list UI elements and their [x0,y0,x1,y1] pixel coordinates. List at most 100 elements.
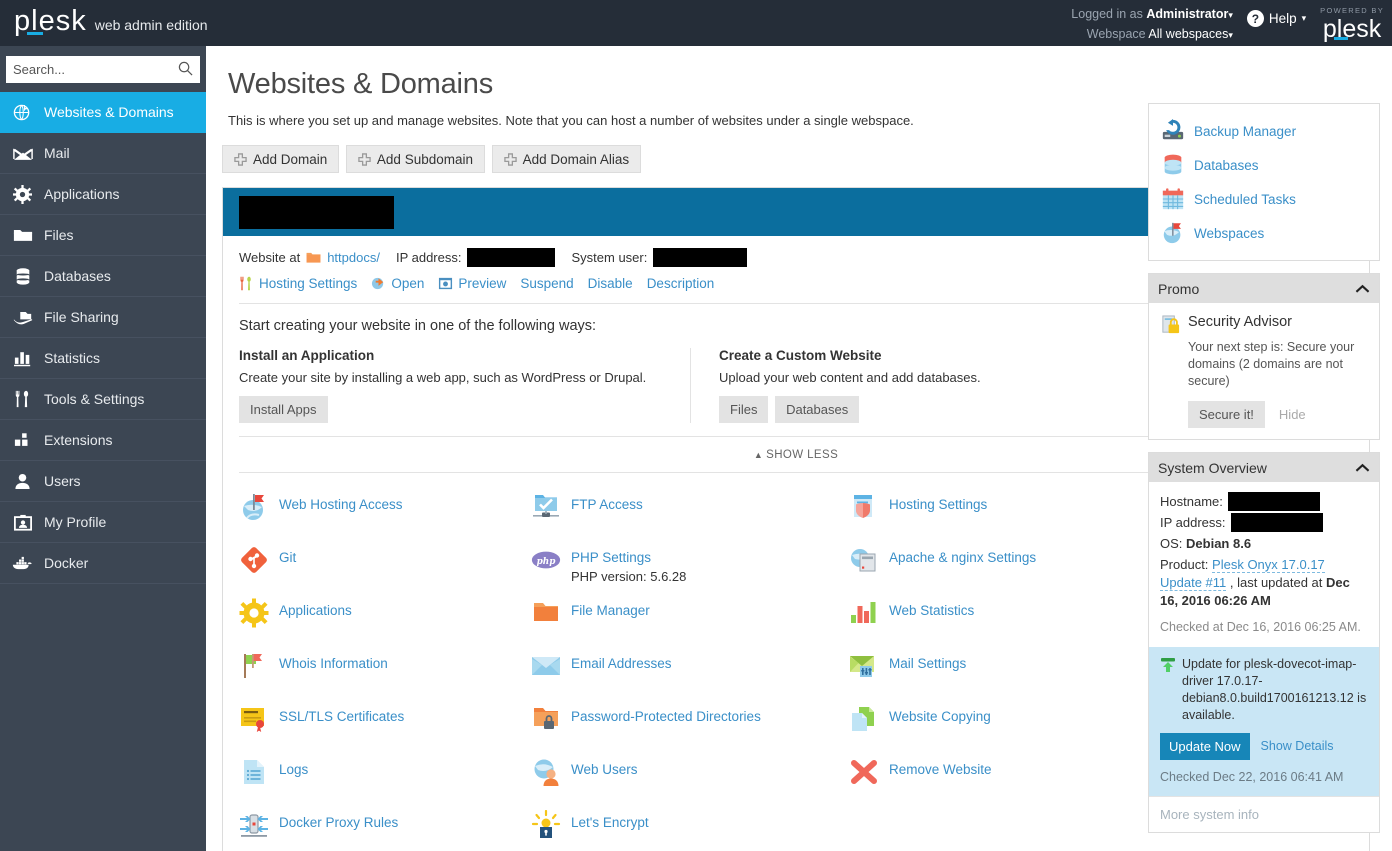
sidebar-item-websites-domains[interactable]: Websites & Domains [0,92,206,133]
tool-label[interactable]: Hosting Settings [889,497,987,512]
tool-file-manager[interactable]: File Manager [531,593,849,646]
blocks-icon [12,430,33,451]
disable-action[interactable]: Disable [588,276,633,291]
tool-label[interactable]: Git [279,550,296,565]
certificate-icon [241,708,264,732]
quick-link-label[interactable]: Scheduled Tasks [1194,192,1296,207]
sidebar-item-my-profile[interactable]: My Profile [0,502,206,543]
secure-it-button[interactable]: Secure it! [1188,401,1265,428]
search-box[interactable] [6,55,200,83]
open-arrow-icon [372,277,384,290]
tool-label[interactable]: Logs [279,762,308,777]
update-now-button[interactable]: Update Now [1160,733,1250,760]
tool-label[interactable]: Web Hosting Access [279,497,403,512]
tool-label[interactable]: PHP Settings [571,550,686,565]
plesk-logo-small: plesk [1322,15,1382,43]
quick-link-label[interactable]: Webspaces [1194,226,1264,241]
tool-label[interactable]: Web Users [571,762,638,777]
tool-label[interactable]: Docker Proxy Rules [279,815,398,830]
hosting-settings-action[interactable]: Hosting Settings [239,276,357,291]
tool-web-users[interactable]: Web Users [531,752,849,805]
help-menu[interactable]: ? Help ▾ [1246,2,1306,27]
tool-label[interactable]: Web Statistics [889,603,974,618]
tool-label[interactable]: Applications [279,603,352,618]
sidebar-item-databases[interactable]: Databases [0,256,206,297]
tool-label[interactable]: SSL/TLS Certificates [279,709,404,724]
tool-label[interactable]: Password-Protected Directories [571,709,761,724]
tool-label[interactable]: Let's Encrypt [571,815,649,830]
logged-in-row: Logged in as Administrator▾ [1071,5,1233,25]
more-system-info-link[interactable]: More system info [1149,796,1379,832]
button-label: Add Domain Alias [522,151,630,167]
tool-lets-encrypt[interactable]: Let's Encrypt [531,805,849,851]
promo-panel-header[interactable]: Promo [1149,274,1379,303]
quick-link-databases[interactable]: Databases [1149,148,1379,182]
header-right: Logged in as Administrator▾ Webspace All… [1071,2,1384,45]
databases-button[interactable]: Databases [775,396,860,423]
description-action[interactable]: Description [647,276,715,291]
suspend-action[interactable]: Suspend [520,276,573,291]
search-input[interactable] [6,56,200,82]
install-apps-button[interactable]: Install Apps [239,396,328,423]
chevron-down-icon[interactable]: ▾ [1228,30,1233,40]
tool-label[interactable]: Whois Information [279,656,388,671]
system-overview-header[interactable]: System Overview [1149,453,1379,482]
tool-label[interactable]: File Manager [571,603,650,618]
show-details-link[interactable]: Show Details [1261,738,1334,755]
quick-link-scheduled-tasks[interactable]: Scheduled Tasks [1149,182,1379,216]
sidebar-item-tools-settings[interactable]: Tools & Settings [0,379,206,420]
tool-label[interactable]: Email Addresses [571,656,672,671]
add-domain-button[interactable]: Add Domain [222,145,340,173]
chevron-down-icon[interactable]: ▾ [1228,10,1233,20]
sidebar-item-mail[interactable]: Mail [0,133,206,174]
chevron-up-icon[interactable] [1355,463,1370,473]
tool-applications[interactable]: Applications [239,593,531,646]
system-user-redacted [653,247,748,267]
tool-label[interactable]: Mail Settings [889,656,966,671]
tool-text: Remove Website [889,757,992,777]
tool-php-settings[interactable]: php PHP Settings PHP version: 5.6.28 [531,540,849,593]
sidebar-item-docker[interactable]: Docker [0,543,206,584]
tool-whois-information[interactable]: Whois Information [239,646,531,699]
httpdocs-link[interactable]: httpdocs/ [327,250,380,265]
tool-docker-proxy-rules[interactable]: Docker Proxy Rules [239,805,531,851]
sidebar-item-file-sharing[interactable]: File Sharing [0,297,206,338]
sidebar-item-statistics[interactable]: Statistics [0,338,206,379]
tool-ssl-tls-certificates[interactable]: SSL/TLS Certificates [239,699,531,752]
tool-label[interactable]: Apache & nginx Settings [889,550,1036,565]
product-suffix: , last updated at [1229,575,1323,590]
add-subdomain-button[interactable]: Add Subdomain [345,145,485,173]
sidebar-item-files[interactable]: Files [0,215,206,256]
tool-git[interactable]: Git [239,540,531,593]
files-button[interactable]: Files [719,396,769,423]
quick-link-label[interactable]: Backup Manager [1194,124,1296,139]
quick-link-backup-manager[interactable]: Backup Manager [1149,114,1379,148]
sidebar-item-users[interactable]: Users [0,461,206,502]
chevron-up-icon[interactable] [1355,284,1370,294]
sidebar-item-label: Mail [44,145,70,161]
sidebar-item-applications[interactable]: Applications [0,174,206,215]
gear-yellow-icon [239,598,269,628]
tool-email-addresses[interactable]: Email Addresses [531,646,849,699]
search-icon[interactable] [178,61,193,76]
add-domain-alias-button[interactable]: Add Domain Alias [491,145,642,173]
open-action[interactable]: Open [371,276,424,291]
tool-logs[interactable]: Logs [239,752,531,805]
tool-label[interactable]: Website Copying [889,709,991,724]
tool-ftp-access[interactable]: FTP Access [531,487,849,540]
tool-label[interactable]: Remove Website [889,762,992,777]
quick-link-label[interactable]: Databases [1194,158,1259,173]
preview-action[interactable]: Preview [438,276,506,291]
tool-text: Logs [279,757,308,777]
webspace-select[interactable]: All webspaces [1148,27,1228,41]
quick-link-webspaces[interactable]: Webspaces [1149,216,1379,250]
tool-password-protected-directories[interactable]: Password-Protected Directories [531,699,849,752]
tool-web-hosting-access[interactable]: Web Hosting Access [239,487,531,540]
hostname-redacted [1227,492,1320,511]
tool-label[interactable]: FTP Access [571,497,643,512]
sidebar-item-extensions[interactable]: Extensions [0,420,206,461]
update-arrow-icon [1161,658,1175,672]
hide-link[interactable]: Hide [1279,407,1306,422]
plus-icon [358,152,371,166]
administrator-menu[interactable]: Administrator [1146,7,1228,21]
